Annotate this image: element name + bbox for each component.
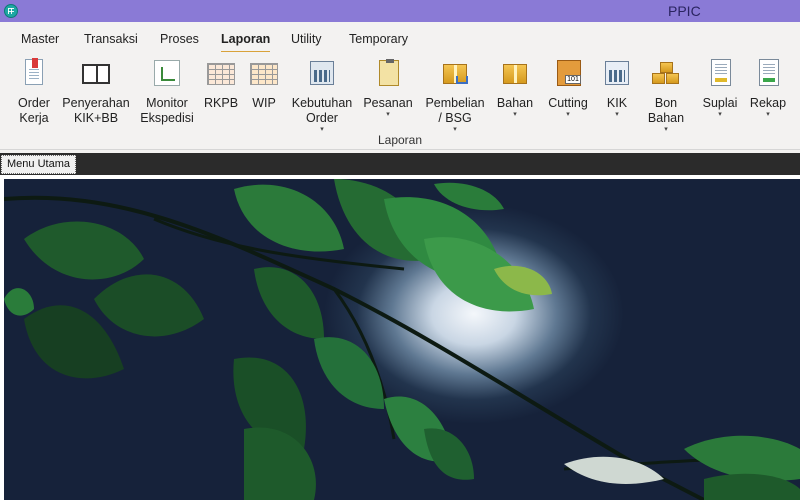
box-icon <box>500 58 530 88</box>
cutting-badge: 101 <box>565 75 581 84</box>
main-content <box>0 175 800 500</box>
calculator-grid-icon <box>602 58 632 88</box>
chevron-down-icon: ▾ <box>718 111 722 118</box>
bon-bahan-label: Bon Bahan <box>647 96 685 125</box>
monitor-ekspedisi-label: Monitor Ekspedisi <box>140 96 194 125</box>
tab-temporary[interactable]: Temporary <box>349 32 408 46</box>
tab-transaksi[interactable]: Transaksi <box>84 32 138 46</box>
spreadsheet-icon <box>249 58 279 88</box>
rekap-label: Rekap <box>749 96 787 110</box>
document-report-icon <box>19 58 49 88</box>
order-kerja-label: Order Kerja <box>18 96 50 125</box>
flowchart-icon <box>152 58 182 88</box>
penyerahan-kik-bb-button[interactable]: Penyerahan KIK+BB <box>60 58 132 126</box>
kebutuhan-order-button[interactable]: Kebutuhan Order ▾ <box>289 58 355 134</box>
box-cart-icon <box>440 58 470 88</box>
menu-tabs: Master Transaksi Proses Laporan Utility … <box>0 22 800 54</box>
chevron-down-icon: ▾ <box>566 111 570 118</box>
chevron-down-icon: ▾ <box>513 111 517 118</box>
ribbon-laporan: Order Kerja Penyerahan KIK+BB Monitor Ek… <box>0 52 800 150</box>
pesanan-label: Pesanan <box>363 96 413 110</box>
cutting-label: Cutting <box>548 96 588 110</box>
chevron-down-icon: ▾ <box>386 111 390 118</box>
cutting-button[interactable]: 101 Cutting ▾ <box>544 58 592 119</box>
tab-laporan[interactable]: Laporan <box>221 32 271 54</box>
ribbon-group-label: Laporan <box>377 133 423 147</box>
rkpb-label: RKPB <box>204 96 239 110</box>
tab-master[interactable]: Master <box>21 32 59 46</box>
suplai-button[interactable]: Suplai ▾ <box>700 58 740 119</box>
monitor-ekspedisi-button[interactable]: Monitor Ekspedisi <box>138 58 196 126</box>
calculator-icon <box>307 58 337 88</box>
bahan-button[interactable]: Bahan ▾ <box>494 58 536 119</box>
book-icon <box>81 58 111 88</box>
sheet-green-icon <box>753 58 783 88</box>
tab-menu-utama[interactable]: Menu Utama <box>1 155 76 174</box>
spreadsheet-icon <box>206 58 236 88</box>
sheet-icon <box>705 58 735 88</box>
rkpb-button[interactable]: RKPB <box>204 58 238 111</box>
boxes-icon <box>651 58 681 88</box>
pesanan-button[interactable]: Pesanan ▾ <box>362 58 414 119</box>
chevron-down-icon: ▾ <box>615 111 619 118</box>
book-101-icon: 101 <box>553 58 583 88</box>
chevron-down-icon: ▾ <box>766 111 770 118</box>
order-kerja-button[interactable]: Order Kerja <box>10 58 58 126</box>
app-grid-icon[interactable] <box>4 4 18 18</box>
pembelian-bsg-button[interactable]: Pembelian / BSG ▾ <box>423 58 487 134</box>
leaves-illustration <box>4 179 800 500</box>
tab-proses[interactable]: Proses <box>160 32 199 46</box>
window-title: PPIC <box>668 3 701 19</box>
bahan-label: Bahan <box>496 96 534 110</box>
kik-button[interactable]: KIK ▾ <box>600 58 634 119</box>
document-tab-strip: Menu Utama <box>0 153 800 175</box>
clipboard-icon <box>373 58 403 88</box>
kik-label: KIK <box>606 96 628 110</box>
suplai-label: Suplai <box>702 96 738 110</box>
rekap-button[interactable]: Rekap ▾ <box>748 58 788 119</box>
pembelian-bsg-label: Pembelian / BSG <box>425 96 485 125</box>
title-bar: PPIC <box>0 0 800 22</box>
wip-button[interactable]: WIP <box>247 58 281 111</box>
wip-label: WIP <box>252 96 276 110</box>
kebutuhan-order-label: Kebutuhan Order <box>291 96 353 125</box>
tab-utility[interactable]: Utility <box>291 32 322 46</box>
background-image <box>4 179 800 500</box>
penyerahan-kik-bb-label: Penyerahan KIK+BB <box>62 96 130 125</box>
bon-bahan-button[interactable]: Bon Bahan ▾ <box>642 58 690 134</box>
